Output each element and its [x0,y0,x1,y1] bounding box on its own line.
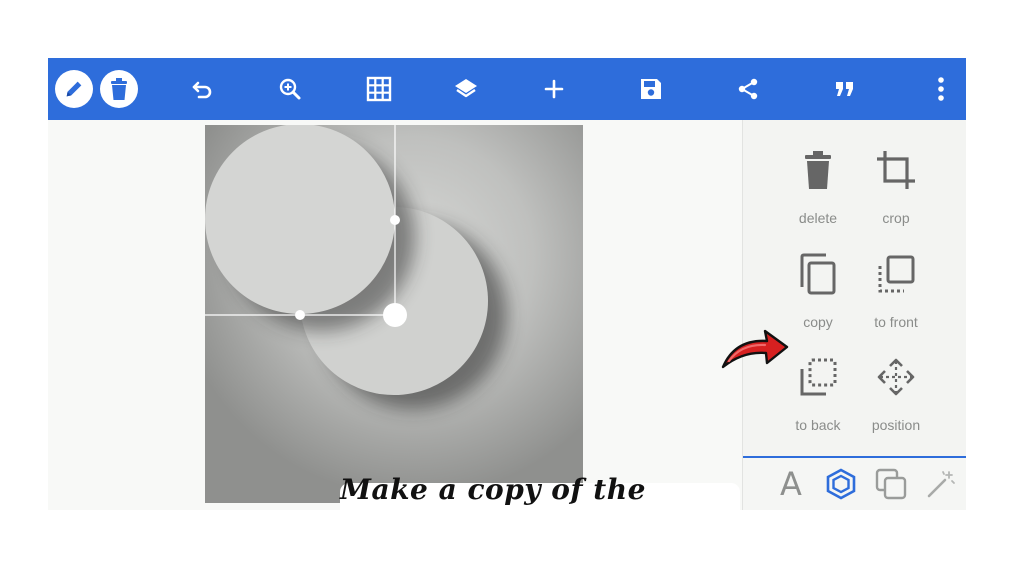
overlap-squares-icon [875,468,907,500]
to-front-tool[interactable]: to front [851,252,941,342]
send-to-back-icon [796,355,840,399]
more-vertical-icon [938,77,944,101]
overlay-tab[interactable] [873,466,909,502]
quote-button[interactable] [825,69,865,109]
add-button[interactable] [534,69,574,109]
grid-button[interactable] [359,69,399,109]
crop-icon [874,148,918,192]
copy-label: copy [803,314,833,330]
hexagon-icon [826,468,856,500]
layers-icon [455,79,477,98]
delete-label: delete [798,210,838,226]
caption-banner: Make a copy of the circle [340,473,740,510]
circle-front[interactable] [205,125,395,314]
rotate-handle[interactable] [383,303,407,327]
top-toolbar [48,58,966,120]
more-button[interactable] [921,69,961,109]
editor-app: delete crop copy to front to back positi… [48,58,966,510]
to-front-label: to front [874,314,918,330]
zoom-in-icon [279,78,301,100]
image-canvas[interactable] [205,125,583,503]
save-button[interactable] [631,69,671,109]
effects-tab[interactable] [923,466,959,502]
position-tool[interactable]: position [851,355,941,445]
undo-icon [192,81,212,99]
share-icon [738,78,758,100]
crop-label: crop [882,210,910,226]
trash-icon [796,148,840,192]
resize-handle-right[interactable] [390,215,400,225]
to-back-label: to back [795,417,841,433]
bring-to-front-icon [874,252,918,296]
copy-icon [796,252,840,296]
object-tools-panel: delete crop copy to front to back positi… [742,120,966,510]
delete-tool[interactable]: delete [773,148,863,238]
workspace: delete crop copy to front to back positi… [48,120,966,510]
shape-tab[interactable] [823,466,859,502]
grid-icon [366,76,392,102]
bottom-tabs: A [743,456,966,510]
magic-wand-icon [927,471,955,498]
save-icon [641,79,661,99]
text-tab[interactable]: A [773,465,809,503]
pointer-arrow-icon [721,329,789,369]
zoom-button[interactable] [270,69,310,109]
pencil-icon [55,70,93,108]
delete-button[interactable] [99,69,139,109]
layers-button[interactable] [446,69,486,109]
quote-icon [836,82,853,96]
edit-button[interactable] [54,69,94,109]
trash-icon [100,70,138,108]
move-arrows-icon [874,355,918,399]
crop-tool[interactable]: crop [851,148,941,238]
plus-icon [544,79,564,99]
resize-handle-bottom[interactable] [295,310,305,320]
letter-a-icon: A [780,465,802,503]
share-button[interactable] [728,69,768,109]
position-label: position [871,417,921,433]
undo-button[interactable] [183,69,223,109]
